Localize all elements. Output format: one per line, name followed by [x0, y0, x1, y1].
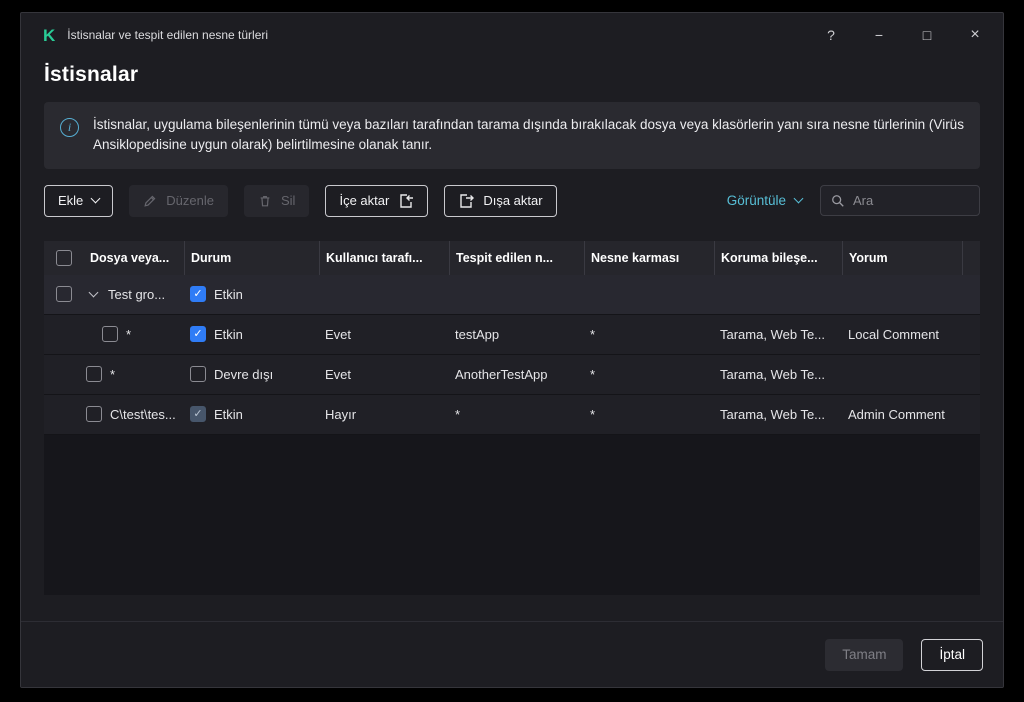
status-label: Devre dışı: [214, 367, 273, 382]
group-name: Test gro...: [108, 287, 165, 302]
component-cell: Tarama, Web Te...: [714, 315, 842, 354]
table-header: Dosya veya... Durum Kullanıcı tarafı... …: [44, 241, 980, 275]
component-cell: Tarama, Web Te...: [714, 395, 842, 434]
user-cell: Evet: [319, 355, 449, 394]
status-label: Etkin: [214, 287, 243, 302]
user-cell: Evet: [319, 315, 449, 354]
ok-button[interactable]: Tamam: [825, 639, 903, 671]
titlebar: K İstisnalar ve tespit edilen nesne türl…: [21, 13, 1003, 57]
table-row[interactable]: * Etkin Evet testApp * Tarama, Web Te...…: [44, 315, 980, 355]
hash-cell: *: [584, 355, 714, 394]
col-header-component[interactable]: Koruma bileşe...: [714, 241, 842, 275]
col-header-status[interactable]: Durum: [184, 241, 319, 275]
help-button[interactable]: ?: [823, 27, 839, 43]
chevron-down-icon: [794, 194, 804, 204]
export-icon: [458, 193, 474, 209]
row-checkbox[interactable]: [86, 406, 102, 422]
col-header-file[interactable]: Dosya veya...: [84, 241, 184, 275]
comment-cell: [842, 355, 962, 394]
chevron-down-icon: [91, 194, 101, 204]
info-icon: i: [60, 118, 79, 137]
table-row[interactable]: C\test\tes... Etkin Hayır * * Tarama, We…: [44, 395, 980, 435]
minimize-button[interactable]: −: [871, 27, 887, 43]
delete-button[interactable]: Sil: [244, 185, 309, 217]
info-text: İstisnalar, uygulama bileşenlerinin tümü…: [93, 115, 964, 156]
table-body: Test gro... Etkin * Etkin: [44, 275, 980, 595]
edit-button[interactable]: Düzenle: [129, 185, 228, 217]
dialog-footer: Tamam İptal: [21, 621, 1003, 687]
hash-cell: *: [584, 395, 714, 434]
chevron-down-icon[interactable]: [89, 288, 99, 298]
component-cell: Tarama, Web Te...: [714, 355, 842, 394]
edit-button-label: Düzenle: [166, 193, 214, 208]
exclusions-table: Dosya veya... Durum Kullanıcı tarafı... …: [44, 241, 980, 595]
row-checkbox[interactable]: [56, 286, 72, 302]
hash-cell: *: [584, 315, 714, 354]
import-icon: [398, 193, 414, 209]
object-cell: AnotherTestApp: [449, 355, 584, 394]
status-label: Etkin: [214, 327, 243, 342]
pencil-icon: [143, 194, 157, 208]
page-title: İstisnalar: [44, 63, 980, 87]
info-banner: i İstisnalar, uygulama bileşenlerinin tü…: [44, 102, 980, 169]
user-cell: Hayır: [319, 395, 449, 434]
col-header-user[interactable]: Kullanıcı tarafı...: [319, 241, 449, 275]
status-checkbox[interactable]: [190, 326, 206, 342]
view-dropdown-label: Görüntüle: [727, 193, 786, 208]
maximize-button[interactable]: □: [919, 27, 935, 43]
app-window: K İstisnalar ve tespit edilen nesne türl…: [20, 12, 1004, 688]
row-checkbox[interactable]: [102, 326, 118, 342]
col-header-comment[interactable]: Yorum: [842, 241, 962, 275]
comment-cell: Admin Comment: [842, 395, 962, 434]
view-dropdown[interactable]: Görüntüle: [727, 193, 802, 208]
import-button-label: İçe aktar: [339, 193, 389, 208]
add-button[interactable]: Ekle: [44, 185, 113, 217]
status-label: Etkin: [214, 407, 243, 422]
table-group-row[interactable]: Test gro... Etkin: [44, 275, 980, 315]
object-cell: *: [449, 395, 584, 434]
add-button-label: Ekle: [58, 193, 83, 208]
col-header-extra: [962, 241, 978, 275]
file-cell: C\test\tes...: [110, 407, 176, 422]
status-checkbox[interactable]: [190, 406, 206, 422]
close-button[interactable]: ×: [967, 26, 983, 44]
select-all-checkbox[interactable]: [56, 250, 72, 266]
search-icon: [831, 194, 845, 208]
table-row[interactable]: * Devre dışı Evet AnotherTestApp * Taram…: [44, 355, 980, 395]
trash-icon: [258, 194, 272, 208]
window-title: İstisnalar ve tespit edilen nesne türler…: [67, 28, 268, 42]
export-button[interactable]: Dışa aktar: [444, 185, 556, 217]
object-cell: testApp: [449, 315, 584, 354]
file-cell: *: [126, 327, 131, 342]
col-header-object[interactable]: Tespit edilen n...: [449, 241, 584, 275]
status-checkbox[interactable]: [190, 366, 206, 382]
import-button[interactable]: İçe aktar: [325, 185, 428, 217]
search-box: [820, 185, 980, 216]
kaspersky-logo-icon: K: [43, 27, 55, 44]
file-cell: *: [110, 367, 115, 382]
col-header-hash[interactable]: Nesne karması: [584, 241, 714, 275]
search-input[interactable]: [853, 193, 969, 208]
toolbar: Ekle Düzenle Sil İçe aktar Dışa aktar Gö…: [44, 185, 980, 217]
cancel-button[interactable]: İptal: [921, 639, 983, 671]
delete-button-label: Sil: [281, 193, 295, 208]
comment-cell: Local Comment: [842, 315, 962, 354]
row-checkbox[interactable]: [86, 366, 102, 382]
status-checkbox[interactable]: [190, 286, 206, 302]
export-button-label: Dışa aktar: [483, 193, 542, 208]
